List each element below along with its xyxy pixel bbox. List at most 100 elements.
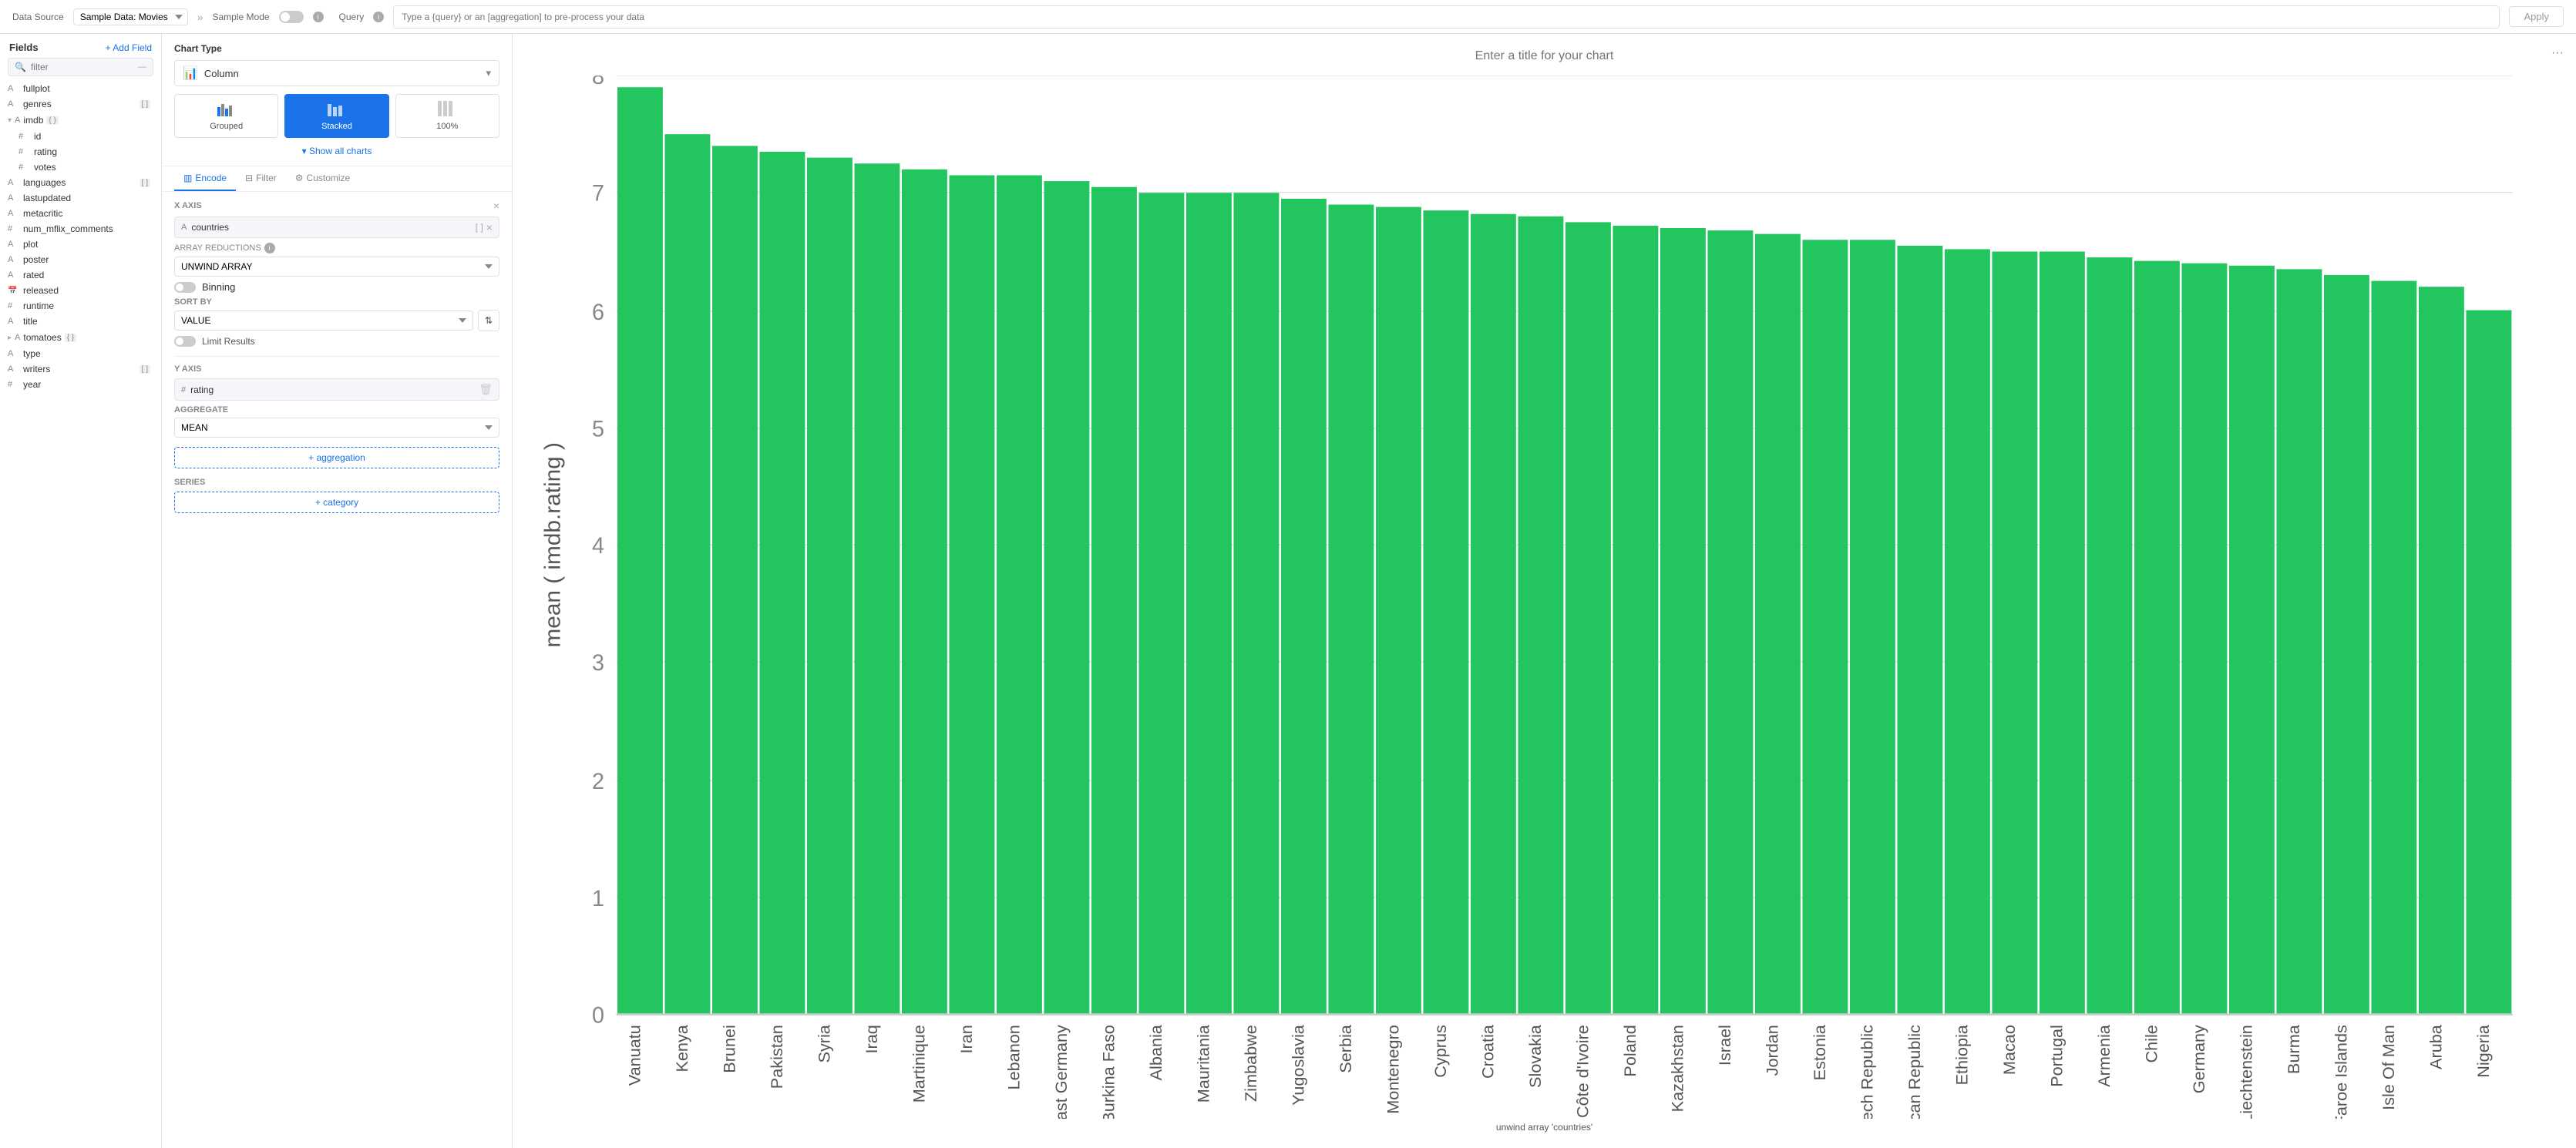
bar-Croatia[interactable]: [1471, 214, 1516, 1015]
sort-by-select[interactable]: VALUE: [174, 310, 473, 331]
field-item-imdb-votes[interactable]: # votes: [0, 159, 161, 175]
field-item-plot[interactable]: A plot: [0, 237, 161, 252]
bar-Syria[interactable]: [807, 158, 853, 1015]
x-axis-collapse-icon[interactable]: ×: [493, 200, 499, 212]
bar-Iraq[interactable]: [854, 163, 900, 1014]
bar-Pakistan[interactable]: [759, 152, 805, 1015]
y-axis-label: Y Axis: [174, 364, 201, 374]
limit-results-toggle[interactable]: [174, 336, 196, 347]
bar-Nigeria[interactable]: [2466, 310, 2511, 1015]
field-group-imdb[interactable]: ▾ A imdb { }: [0, 112, 161, 129]
bar-Vanuatu[interactable]: [617, 87, 663, 1014]
bar-Brunei[interactable]: [712, 146, 758, 1014]
x-axis-remove-button[interactable]: ×: [486, 221, 493, 233]
toggle-knob: [176, 284, 183, 291]
bar-Jordan[interactable]: [1755, 234, 1801, 1015]
bar-Liechtenstein[interactable]: [2229, 266, 2275, 1015]
apply-button[interactable]: Apply: [2509, 6, 2564, 27]
bar-Ethiopia[interactable]: [1945, 249, 1990, 1014]
bar-Chile[interactable]: [2134, 261, 2180, 1015]
field-group-tomatoes[interactable]: ▸ A tomatoes { }: [0, 329, 161, 346]
bar-Burkina-Faso[interactable]: [1091, 187, 1137, 1015]
bar-Portugal[interactable]: [2040, 251, 2085, 1014]
bar-Burma[interactable]: [2276, 269, 2322, 1014]
bar-Czech-Republic[interactable]: [1850, 240, 1895, 1014]
field-item-rated[interactable]: A rated: [0, 267, 161, 283]
bar-Isle-Of-Man[interactable]: [2371, 281, 2416, 1015]
field-type-icon: A: [8, 193, 18, 203]
add-field-button[interactable]: + Add Field: [106, 42, 152, 53]
sample-mode-toggle[interactable]: [279, 11, 304, 23]
sample-mode-info-icon[interactable]: i: [313, 12, 324, 22]
binning-toggle[interactable]: [174, 282, 196, 293]
bar-Dominican-Republic[interactable]: [1897, 246, 1942, 1015]
bar-Lebanon[interactable]: [997, 175, 1042, 1014]
bar-Slovakia[interactable]: [1518, 217, 1563, 1015]
search-input[interactable]: [31, 62, 133, 72]
bar-Cyprus[interactable]: [1423, 210, 1468, 1014]
add-aggregation-button[interactable]: + aggregation: [174, 447, 499, 468]
field-item-year[interactable]: # year: [0, 377, 161, 392]
bar-Mauritania[interactable]: [1186, 193, 1232, 1014]
chart-variant-100pct[interactable]: 100%: [395, 94, 499, 138]
field-item-genres[interactable]: A genres [ ]: [0, 96, 161, 112]
field-item-num-mflix-comments[interactable]: # num_mflix_comments: [0, 221, 161, 237]
field-name: runtime: [23, 300, 150, 311]
query-info-icon[interactable]: i: [373, 12, 384, 22]
bar-Kazakhstan[interactable]: [1660, 228, 1706, 1015]
bar-Serbia[interactable]: [1328, 205, 1374, 1015]
field-item-released[interactable]: 📅 released: [0, 283, 161, 298]
tab-filter[interactable]: ⊟ Filter: [236, 166, 286, 191]
field-item-imdb-id[interactable]: # id: [0, 129, 161, 144]
bar-East-Germany[interactable]: [1044, 181, 1089, 1015]
y-axis-delete-button[interactable]: 🗑: [479, 383, 493, 396]
array-reductions-info-icon[interactable]: i: [264, 243, 275, 253]
field-item-type[interactable]: A type: [0, 346, 161, 361]
bar-Yugoslavia[interactable]: [1281, 199, 1327, 1015]
bar-Zimbabwe[interactable]: [1233, 193, 1279, 1014]
bar-Poland[interactable]: [1613, 226, 1658, 1015]
stacked-icon: [328, 101, 346, 119]
array-reduction-select[interactable]: UNWIND ARRAY: [174, 257, 499, 277]
chart-variant-grouped[interactable]: Grouped: [174, 94, 278, 138]
x-label-Liechtenstein: Liechtenstein: [2238, 1025, 2256, 1119]
bar-Israel[interactable]: [1707, 230, 1753, 1015]
bar-Germany[interactable]: [2181, 264, 2227, 1015]
bar-Kenya[interactable]: [664, 134, 710, 1014]
tab-encode[interactable]: ▥ Encode: [174, 166, 236, 191]
more-options-button[interactable]: ···: [2551, 46, 2564, 60]
bar-Armenia[interactable]: [2087, 257, 2132, 1014]
bar-Montenegro[interactable]: [1376, 207, 1421, 1015]
bar-Estonia[interactable]: [1802, 240, 1848, 1014]
query-input[interactable]: [393, 5, 2500, 29]
chart-variant-stacked[interactable]: Stacked: [284, 94, 388, 138]
field-item-metacritic[interactable]: A metacritic: [0, 206, 161, 221]
x-label-Lebanon: Lebanon: [1005, 1025, 1024, 1089]
chart-title-input[interactable]: [536, 49, 2553, 63]
field-item-writers[interactable]: A writers [ ]: [0, 361, 161, 377]
field-item-title[interactable]: A title: [0, 314, 161, 329]
field-item-runtime[interactable]: # runtime: [0, 298, 161, 314]
field-item-fullplot[interactable]: A fullplot: [0, 81, 161, 96]
field-item-poster[interactable]: A poster: [0, 252, 161, 267]
bar-Faroe-Islands[interactable]: [2324, 275, 2369, 1015]
data-source-dropdown[interactable]: Sample Data: Movies: [73, 8, 188, 25]
sort-direction-button[interactable]: ⇅: [478, 310, 499, 331]
bar-Iran[interactable]: [949, 175, 994, 1014]
sidebar-header: Fields + Add Field: [0, 34, 161, 58]
field-item-imdb-rating[interactable]: # rating: [0, 144, 161, 159]
data-source-selector[interactable]: Sample Data: Movies: [73, 8, 188, 25]
search-clear-icon[interactable]: —: [138, 62, 146, 72]
aggregate-select[interactable]: MEAN: [174, 418, 499, 438]
bar-Côte-d'Ivoire[interactable]: [1565, 222, 1611, 1014]
add-category-button[interactable]: + category: [174, 492, 499, 513]
tab-customize[interactable]: ⚙ Customize: [286, 166, 359, 191]
bar-Albania[interactable]: [1138, 193, 1184, 1014]
bar-Martinique[interactable]: [902, 170, 947, 1015]
show-all-charts-button[interactable]: ▾ Show all charts: [174, 143, 499, 159]
field-item-lastupdated[interactable]: A lastupdated: [0, 190, 161, 206]
bar-Macao[interactable]: [1992, 251, 2037, 1014]
bar-Aruba[interactable]: [2419, 287, 2464, 1014]
field-item-languages[interactable]: A languages [ ]: [0, 175, 161, 190]
chart-type-dropdown[interactable]: 📊 Column ▾: [174, 60, 499, 86]
